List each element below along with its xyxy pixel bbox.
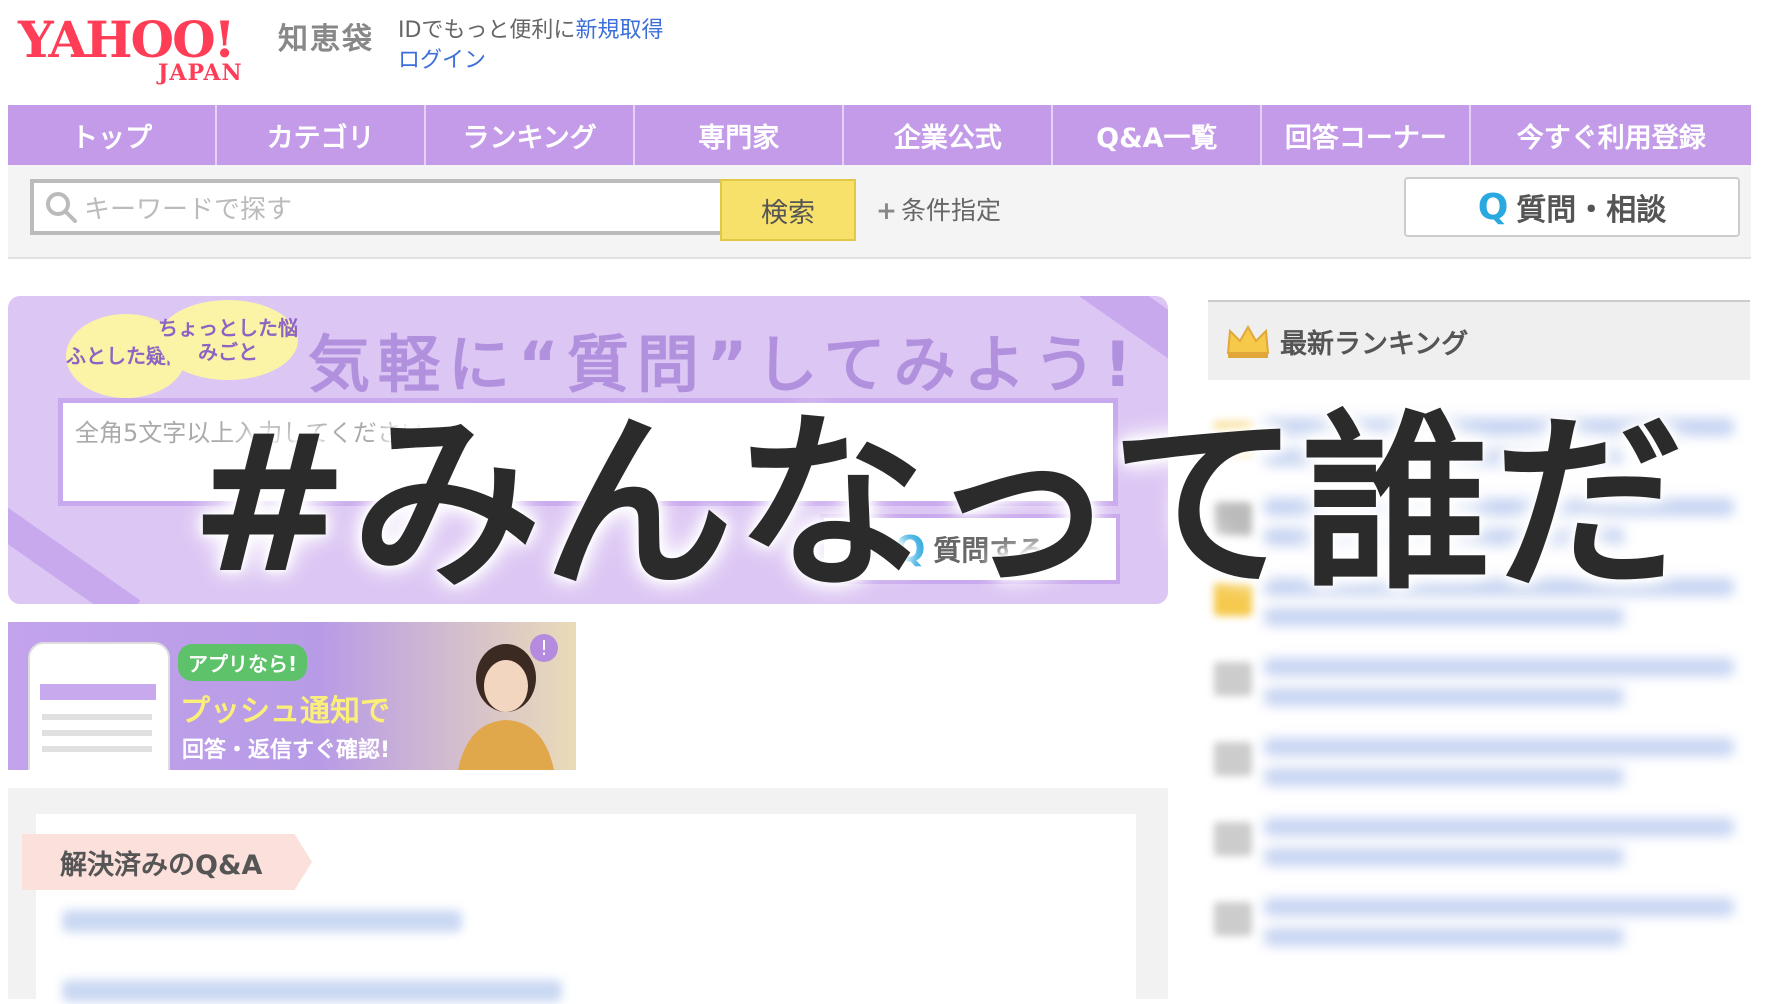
nav-item-experts[interactable]: 専門家: [635, 105, 845, 165]
banner-title: 気軽に“質問”してみよう!: [308, 328, 1140, 401]
search-placeholder: キーワードで探す: [84, 194, 293, 225]
condition-link[interactable]: + 条件指定: [876, 191, 1001, 227]
svg-text:!: !: [540, 636, 548, 660]
app-promo-banner[interactable]: アプリなら! プッシュ通知で 回答・返信すぐ確認! !: [8, 622, 576, 770]
crown-icon: [1226, 324, 1270, 358]
speech-bubble: ちょっとした悩みごと: [158, 300, 298, 380]
ranking-item[interactable]: [1208, 890, 1750, 960]
signup-prefix: IDでもっと便利に: [398, 18, 576, 43]
q-icon: Q: [1477, 186, 1509, 228]
condition-label: 条件指定: [900, 196, 1001, 225]
solved-qa-card: 解決済みのQ&A: [22, 814, 1136, 1004]
ad-pill: アプリなら!: [178, 644, 308, 681]
signup-link[interactable]: 新規取得: [575, 18, 663, 43]
ranking-item[interactable]: [1208, 730, 1750, 800]
phone-illustration: [28, 642, 170, 770]
nav-item-register[interactable]: 今すぐ利用登録: [1471, 105, 1751, 165]
rank-badge: [1214, 902, 1252, 936]
rank-badge: [1214, 822, 1252, 856]
login-link[interactable]: ログイン: [398, 42, 486, 74]
nav-item-qa-list[interactable]: Q&A一覧: [1053, 105, 1263, 165]
search-icon: [46, 192, 77, 223]
ranking-item[interactable]: [1208, 810, 1750, 880]
ranking-text: [1264, 658, 1734, 676]
phone-line: [42, 730, 152, 736]
logo-japan-text: JAPAN: [158, 60, 243, 86]
ranking-text: [1264, 738, 1734, 756]
ranking-text: [1264, 768, 1624, 786]
ranking-item[interactable]: [1208, 650, 1750, 720]
ranking-text: [1264, 848, 1624, 866]
ranking-text: [1264, 898, 1734, 916]
list-item[interactable]: [62, 910, 462, 932]
ask-button-label: 質問・相談: [1516, 193, 1667, 228]
phone-line: [42, 714, 152, 720]
nav-item-category[interactable]: カテゴリ: [217, 105, 427, 165]
plus-icon: +: [876, 196, 897, 225]
solved-qa-section: 解決済みのQ&A: [8, 788, 1168, 1004]
search-input[interactable]: キーワードで探す: [30, 179, 732, 235]
rank-badge: [1214, 662, 1252, 696]
nav-item-official[interactable]: 企業公式: [844, 105, 1054, 165]
signup-prompt: IDでもっと便利に新規取得: [398, 12, 663, 44]
service-name: 知恵袋: [278, 22, 374, 57]
nav-item-answer-corner[interactable]: 回答コーナー: [1262, 105, 1472, 165]
ad-subtext: 回答・返信すぐ確認!: [182, 738, 391, 763]
solved-qa-tag: 解決済みのQ&A: [22, 834, 312, 890]
rank-badge: [1214, 742, 1252, 776]
ranking-header: 最新ランキング: [1208, 300, 1750, 380]
phone-bar: [40, 684, 156, 700]
banner-stripe: [8, 497, 141, 604]
yahoo-japan-logo[interactable]: YAHOO! JAPAN: [18, 12, 268, 87]
nav-item-ranking[interactable]: ランキング: [426, 105, 636, 165]
overlay-hashtag-title: #みんなって誰だ: [190, 394, 1686, 615]
search-button[interactable]: 検索: [720, 179, 856, 241]
ask-question-button[interactable]: Q 質問・相談: [1404, 177, 1740, 237]
ranking-text: [1264, 928, 1624, 946]
search-bar: キーワードで探す 検索 + 条件指定 Q 質問・相談: [8, 165, 1751, 259]
ad-headline: プッシュ通知で: [180, 694, 390, 729]
phone-line: [42, 746, 152, 752]
nav-item-top[interactable]: トップ: [8, 105, 218, 165]
ranking-title: 最新ランキング: [1280, 328, 1469, 360]
person-illustration: !: [458, 634, 558, 770]
ranking-text: [1264, 818, 1734, 836]
main-nav: トップ カテゴリ ランキング 専門家 企業公式 Q&A一覧 回答コーナー 今すぐ…: [8, 105, 1751, 165]
ranking-text: [1264, 688, 1624, 706]
